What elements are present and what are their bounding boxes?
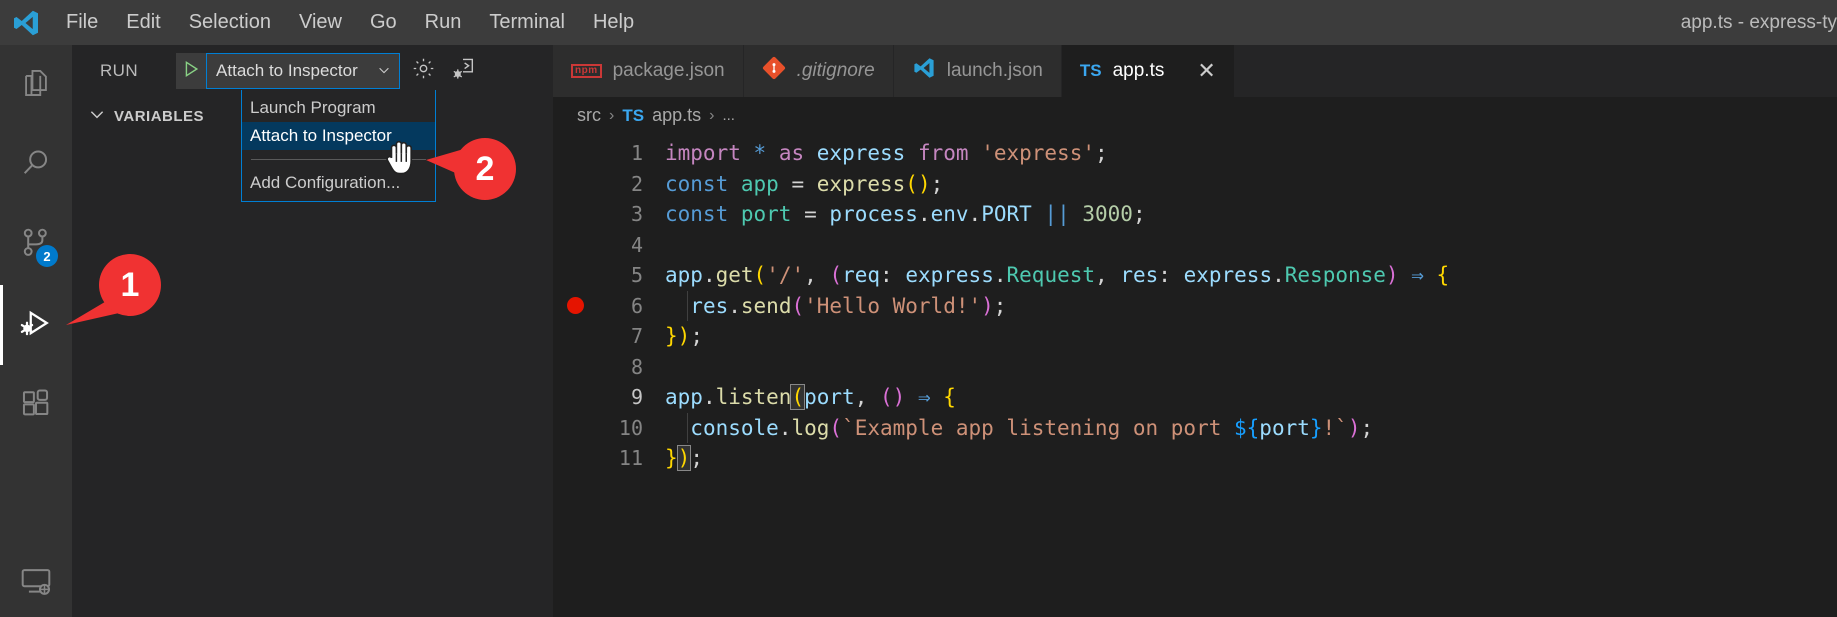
window-title: app.ts - express-ty [1680,12,1837,33]
tab-app-ts[interactable]: TS app.ts ✕ [1061,45,1235,97]
menu-edit[interactable]: Edit [112,7,174,38]
debug-configuration-select[interactable]: Attach to Inspector [206,53,401,89]
breadcrumb-item-ellipsis[interactable]: ... [722,107,735,124]
tab-gitignore[interactable]: .gitignore [743,45,894,97]
tab-package-json[interactable]: npm package.json [553,45,744,97]
run-sidebar-title: RUN [100,61,139,80]
activity-bar: 2 [0,45,72,617]
remote-explorer-icon [19,563,53,602]
code-line: 3 const port = process.env.PORT || 3000; [553,199,1837,230]
editor-tab-bar: npm package.json .gitignore launch.json … [553,45,1837,97]
sidebar-item-search[interactable] [0,125,72,205]
close-icon[interactable]: ✕ [1197,60,1215,82]
tab-label: app.ts [1112,60,1165,81]
line-number: 5 [630,263,643,288]
mouse-cursor-pointer-icon [381,134,421,185]
menu-run[interactable]: Run [411,7,476,38]
code-line: 9 app.listen(port, () ⇒ { [553,382,1837,413]
code-line: 10 console.log(`Example app listening on… [553,412,1837,443]
tab-label: launch.json [946,60,1043,81]
tab-label: .gitignore [796,60,875,81]
tab-launch-json[interactable]: launch.json [893,45,1062,97]
indent-guide [687,290,688,321]
breadcrumb-separator-icon: › [709,106,715,124]
line-number: 3 [630,202,643,227]
breadcrumb: src › TS app.ts › ... [553,97,1837,134]
callout-2-number: 2 [475,149,495,188]
title-bar: File Edit Selection View Go Run Terminal… [0,0,1837,45]
sidebar-item-remote-explorer[interactable] [0,547,72,617]
line-number: 2 [630,171,643,196]
dropdown-option-launch-program[interactable]: Launch Program [242,94,435,122]
callout-1-number: 1 [120,265,140,304]
code-line: 6 res.send('Hello World!'); [553,290,1837,321]
line-number: 8 [630,354,643,379]
breadcrumb-item-src[interactable]: src [577,105,601,126]
sidebar-item-extensions[interactable] [0,365,72,445]
line-number: 1 [630,141,643,166]
code-line: 1 import * as express from 'express'; [553,138,1837,169]
code-editor[interactable]: 1 import * as express from 'express'; 2 … [553,134,1837,474]
open-debug-console-icon [450,56,476,87]
vscode-logo-icon [0,8,52,38]
line-number: 9 [630,385,643,410]
menu-terminal[interactable]: Terminal [475,7,579,38]
code-line: 5 app.get('/', (req: express.Request, re… [553,260,1837,291]
npm-icon: npm [571,64,602,78]
menu-selection[interactable]: Selection [175,7,285,38]
code-text: app.get('/', (req: express.Request, res:… [665,263,1450,288]
sidebar-item-explorer[interactable] [0,45,72,125]
code-text: import * as express from 'express'; [665,141,1108,166]
code-text: app.listen(port, () ⇒ { [665,384,956,411]
chevron-down-icon [377,63,391,80]
line-number: 7 [630,324,643,349]
code-line: 8 [553,352,1837,383]
indent-guide [687,412,688,443]
gear-icon [411,56,436,86]
vscode-window: File Edit Selection View Go Run Terminal… [0,0,1837,617]
chevron-down-icon [88,105,106,128]
breadcrumb-item-app-ts[interactable]: app.ts [652,105,701,126]
code-text: res.send('Hello World!'); [690,293,1007,318]
code-text: }); [665,324,703,349]
menu-bar: File Edit Selection View Go Run Terminal… [52,7,648,38]
open-debug-console-button[interactable] [446,53,480,89]
code-line: 2 const app = express(); [553,169,1837,200]
tab-label: package.json [612,60,725,81]
line-number: 4 [630,232,643,257]
typescript-icon: TS [1079,61,1102,80]
menu-view[interactable]: View [285,7,356,38]
code-line: 11 }); [553,443,1837,474]
line-number: 11 [618,446,643,471]
code-line: 4 [553,230,1837,261]
play-triangle-icon [181,59,201,84]
typescript-icon: TS [622,105,645,125]
extensions-icon [19,386,53,425]
start-debugging-button[interactable] [176,53,207,89]
menu-go[interactable]: Go [356,7,411,38]
line-number: 10 [618,415,643,440]
source-control-badge: 2 [36,245,58,267]
files-icon [19,66,53,105]
code-text: const app = express(); [665,171,944,196]
code-text: }); [665,445,703,472]
debug-toolbar: Attach to Inspector [176,53,480,89]
menu-help[interactable]: Help [579,7,648,38]
search-icon [19,146,53,185]
open-launch-json-button[interactable] [406,53,440,89]
code-text: const port = process.env.PORT || 3000; [665,202,1146,227]
run-and-debug-icon [18,305,54,346]
code-text: console.log(`Example app listening on po… [690,415,1374,440]
menu-file[interactable]: File [52,7,112,38]
vscode-json-icon [912,56,936,86]
variables-section-label: VARIABLES [114,108,205,125]
editor-area: npm package.json .gitignore launch.json … [553,45,1837,617]
code-line: 7 }); [553,321,1837,352]
breadcrumb-separator-icon: › [609,106,615,124]
debug-configuration-value: Attach to Inspector [216,61,358,80]
git-icon [762,56,786,86]
